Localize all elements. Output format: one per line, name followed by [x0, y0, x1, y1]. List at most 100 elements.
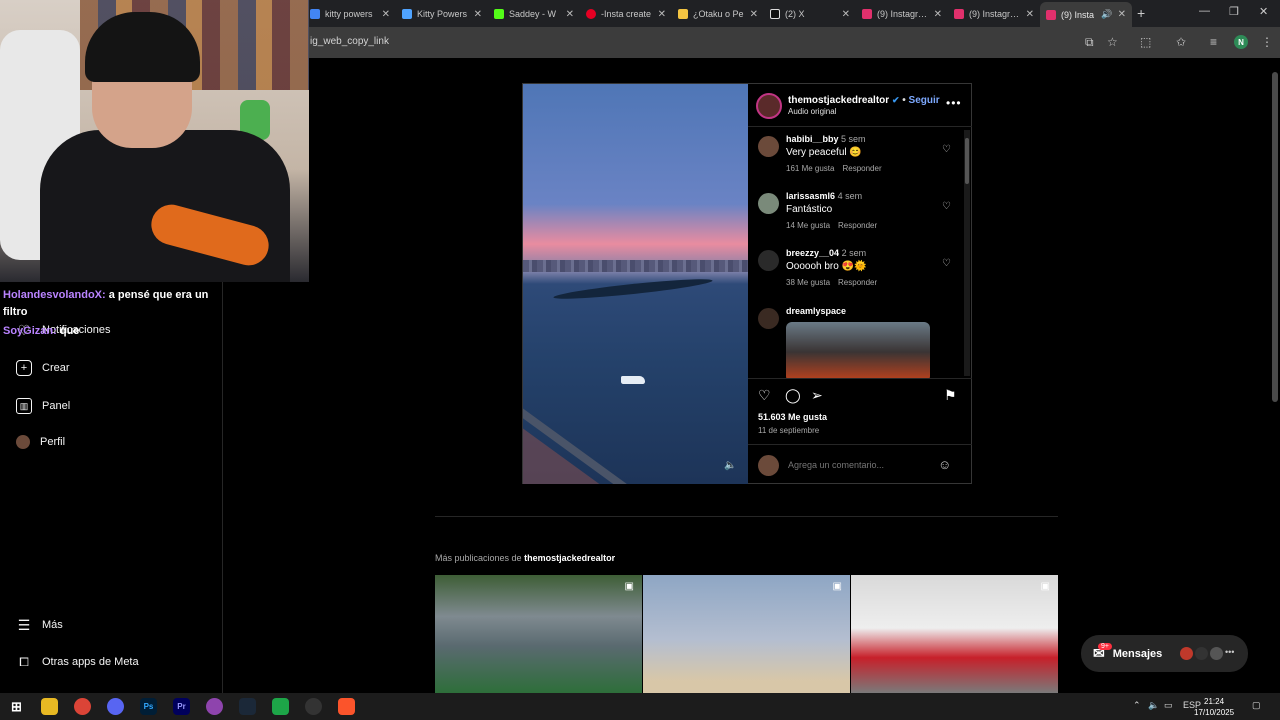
comment-username[interactable]: larissasml6 — [786, 191, 835, 201]
menu-icon[interactable]: ⋮ — [1261, 35, 1273, 49]
volume-tray-icon[interactable]: 🔈 — [1148, 700, 1159, 711]
avatar[interactable] — [758, 193, 779, 214]
browser-tab[interactable]: Kitty Powers ✕ — [396, 4, 488, 24]
more-options-icon[interactable]: ••• — [946, 96, 962, 110]
bluesky-icon — [402, 9, 412, 19]
likes-count[interactable]: 51.603 Me gusta — [758, 412, 827, 422]
browser-tab[interactable]: -Insta create ✕ — [580, 4, 672, 24]
profile-avatar[interactable]: N — [1234, 35, 1248, 49]
reply-button[interactable]: Responder — [838, 278, 877, 287]
comment-likes[interactable]: 14 Me gusta — [786, 221, 830, 230]
browser-tab[interactable]: (2) X ✕ — [764, 4, 856, 24]
media-control-icon[interactable]: ≡ — [1210, 35, 1217, 49]
comment-time: 2 sem — [841, 248, 867, 258]
save-icon[interactable]: ⚑ — [944, 387, 957, 404]
close-tab-icon[interactable]: ✕ — [842, 9, 850, 20]
follow-button[interactable]: Seguir — [909, 95, 940, 106]
comment-username[interactable]: breezzy__04 — [786, 248, 839, 258]
sidebar-item-meta-apps[interactable]: ⧠ Otras apps de Meta — [16, 654, 138, 670]
speaker-icon[interactable]: 🔊 — [1101, 9, 1112, 20]
page-scrollbar[interactable] — [1272, 72, 1278, 402]
author-avatar[interactable] — [756, 93, 782, 119]
more-posts-username[interactable]: themostjackedrealtor — [524, 553, 615, 563]
pinterest-icon — [586, 9, 596, 19]
close-tab-icon[interactable]: ✕ — [566, 9, 574, 20]
favorites-icon[interactable]: ✩ — [1176, 35, 1186, 49]
webcam-overlay — [0, 0, 309, 282]
chrome-icon[interactable] — [74, 698, 91, 715]
steam-icon[interactable] — [239, 698, 256, 715]
restore-button[interactable]: ❐ — [1229, 5, 1239, 18]
close-tab-icon[interactable]: ✕ — [1118, 9, 1126, 20]
post-thumbnail[interactable]: ▣ — [643, 575, 850, 693]
windows-start-icon[interactable]: ⊞ — [8, 698, 25, 715]
network-icon[interactable]: ▭ — [1164, 700, 1173, 711]
close-tab-icon[interactable]: ✕ — [1026, 9, 1034, 20]
audio-label[interactable]: Audio original — [788, 107, 836, 116]
comment-icon[interactable]: ◯ — [785, 387, 801, 404]
close-window-button[interactable]: ✕ — [1259, 5, 1268, 18]
volume-icon[interactable]: 🔈 — [724, 460, 736, 471]
scroll-thumb[interactable] — [965, 138, 969, 184]
minimize-button[interactable]: — — [1199, 5, 1210, 17]
sidebar-item-panel[interactable]: ▥ Panel — [16, 398, 70, 414]
premiere-icon[interactable]: Pr — [173, 698, 190, 715]
like-icon[interactable]: ♡ — [758, 387, 771, 404]
bookmark-star-icon[interactable]: ☆ — [1107, 35, 1118, 49]
reply-button[interactable]: Responder — [842, 164, 881, 173]
comments-scrollbar[interactable] — [964, 130, 970, 376]
like-comment-icon[interactable]: ♡ — [942, 201, 951, 212]
obs-icon[interactable] — [305, 698, 322, 715]
comment-likes[interactable]: 161 Me gusta — [786, 164, 834, 173]
comment-username[interactable]: dreamlyspace — [786, 306, 846, 316]
avatar[interactable] — [758, 136, 779, 157]
comment-image[interactable] — [786, 322, 930, 378]
new-tab-button[interactable]: + — [1137, 5, 1145, 21]
xbox-icon[interactable] — [272, 698, 289, 715]
browser-tab[interactable]: kitty powers ✕ — [304, 4, 396, 24]
message-avatars: ••• — [1180, 647, 1234, 660]
browser-tab[interactable]: Saddey - W ✕ — [488, 4, 580, 24]
reply-button[interactable]: Responder — [838, 221, 877, 230]
brave-icon[interactable] — [338, 698, 355, 715]
avatar[interactable] — [758, 308, 779, 329]
extensions-icon[interactable]: ⬚ — [1140, 35, 1151, 49]
post-thumbnail[interactable]: ▣ — [851, 575, 1058, 693]
close-tab-icon[interactable]: ✕ — [750, 9, 758, 20]
photoshop-icon[interactable]: Ps — [140, 698, 157, 715]
browser-tab[interactable]: (9) Instagram ✕ — [856, 4, 948, 24]
close-tab-icon[interactable]: ✕ — [934, 9, 942, 20]
discord-icon[interactable] — [107, 698, 124, 715]
sidebar-item-create[interactable]: + Crear — [16, 360, 70, 376]
emoji-icon[interactable]: ☺ — [938, 457, 951, 472]
close-tab-icon[interactable]: ✕ — [474, 9, 482, 20]
browser-tab-active[interactable]: (9) Insta 🔊 ✕ — [1040, 2, 1132, 27]
sidebar-item-profile[interactable]: Perfil — [16, 435, 65, 449]
comment-input[interactable] — [788, 460, 928, 470]
author-username[interactable]: themostjackedrealtor — [788, 95, 889, 106]
browser-tab[interactable]: ¿Otaku o Pe ✕ — [672, 4, 764, 24]
stream-chat-overlay: HolandesvolandoX: a pensé que era un fil… — [3, 287, 213, 340]
close-tab-icon[interactable]: ✕ — [382, 9, 390, 20]
notification-center-icon[interactable]: ▢ — [1252, 700, 1261, 711]
avatar[interactable] — [758, 250, 779, 271]
app-icon[interactable] — [206, 698, 223, 715]
tray-chevron-icon[interactable]: ⌃ — [1133, 700, 1141, 711]
sidebar-item-more[interactable]: ☰ Más — [16, 617, 63, 633]
comment-likes[interactable]: 38 Me gusta — [786, 278, 830, 287]
browser-tab[interactable]: (9) Instagram ✕ — [948, 4, 1040, 24]
post-video[interactable]: 🔈 — [523, 84, 748, 484]
like-comment-icon[interactable]: ♡ — [942, 258, 951, 269]
post-thumbnail[interactable]: ▣ — [435, 575, 642, 693]
share-icon[interactable]: ➢ — [811, 387, 823, 404]
comment-username[interactable]: habibi__bby — [786, 134, 839, 144]
system-clock[interactable]: 21:24 17/10/2025 — [1194, 696, 1234, 718]
like-comment-icon[interactable]: ♡ — [942, 144, 951, 155]
url-text[interactable]: ig_web_copy_link — [310, 36, 389, 47]
file-explorer-icon[interactable] — [41, 698, 58, 715]
install-icon[interactable]: ⧉ — [1085, 35, 1094, 50]
close-tab-icon[interactable]: ✕ — [658, 9, 666, 20]
x-icon — [770, 9, 780, 19]
google-icon — [310, 9, 320, 19]
comment-time: 5 sem — [841, 134, 866, 144]
